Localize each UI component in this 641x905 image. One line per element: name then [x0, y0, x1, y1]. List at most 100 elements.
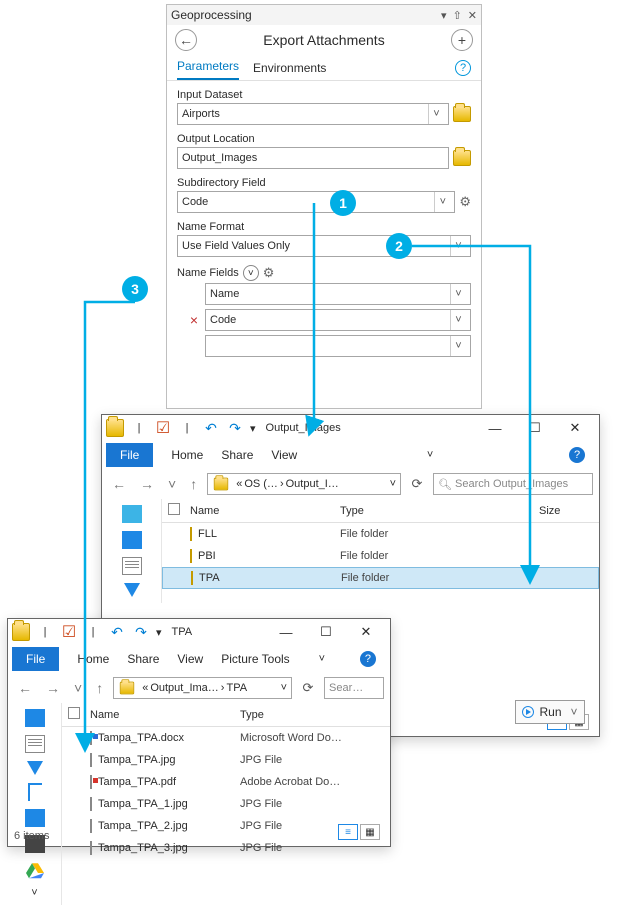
nav-up-icon[interactable]: ↑ [92, 680, 107, 696]
nav-music-icon[interactable] [28, 783, 42, 801]
column-type[interactable]: Type [240, 709, 390, 721]
ribbon-expand-icon[interactable]: ˅ [427, 449, 433, 461]
column-name[interactable]: Name [190, 505, 340, 517]
nav-forward-icon[interactable]: → [136, 476, 158, 492]
tab-home[interactable]: Home [77, 652, 109, 666]
properties-icon[interactable]: ☑ [60, 623, 78, 641]
name-field-row-empty[interactable]: ˅ [205, 335, 471, 357]
select-all-checkbox[interactable] [168, 503, 180, 515]
gear-icon[interactable] [263, 265, 275, 281]
qat-dropdown-icon[interactable]: ▾ [156, 626, 162, 639]
chevron-down-icon[interactable]: ˅ [450, 336, 466, 356]
tab-view[interactable]: View [177, 652, 203, 666]
refresh-icon[interactable]: ⟳ [407, 476, 427, 492]
chevron-down-icon[interactable]: ˅ [428, 104, 444, 124]
undo-icon[interactable]: ↶ [202, 419, 220, 437]
search-input[interactable]: 🔍︎ Search Output_Images [433, 473, 593, 495]
undo-icon[interactable]: ↶ [108, 623, 126, 641]
delete-row-icon[interactable]: × [187, 312, 201, 328]
tab-parameters[interactable]: Parameters [177, 59, 239, 80]
nav-3dobj-icon[interactable] [122, 505, 142, 523]
chevron-down-icon[interactable]: ˅ [450, 284, 466, 304]
tab-picture-tools[interactable]: Picture Tools [221, 652, 289, 666]
chevron-down-icon[interactable]: ˅ [390, 478, 396, 490]
nav-forward-icon[interactable]: → [42, 680, 64, 696]
chevron-down-icon[interactable]: ˅ [281, 682, 287, 694]
nav-back-icon[interactable]: ← [108, 476, 130, 492]
dropdown-icon[interactable]: ▾ [441, 9, 447, 22]
chevron-down-icon[interactable]: ˅ [434, 192, 450, 212]
run-button[interactable]: Run˅ [515, 700, 585, 724]
qat-dropdown-icon[interactable]: ▾ [250, 422, 256, 435]
help-icon[interactable]: ? [455, 60, 471, 76]
tab-share[interactable]: Share [221, 448, 253, 462]
address-bar[interactable]: « Output_Ima… › TPA ˅ [113, 677, 292, 699]
close-icon[interactable]: ✕ [468, 9, 477, 22]
close-button[interactable]: ✕ [555, 416, 595, 440]
column-type[interactable]: Type [340, 505, 539, 517]
name-format-input[interactable]: Use Field Values Only˅ [177, 235, 471, 257]
back-button[interactable]: ← [175, 29, 197, 51]
google-drive-icon[interactable] [26, 861, 44, 879]
name-field-row[interactable]: Name˅ [205, 283, 471, 305]
icons-view-icon[interactable]: ▦ [360, 824, 380, 840]
tab-view[interactable]: View [271, 448, 297, 462]
table-row[interactable]: TPAFile folder [162, 567, 599, 589]
table-row[interactable]: FLLFile folder [162, 523, 599, 545]
browse-folder-icon[interactable] [453, 150, 471, 166]
chevron-down-icon[interactable]: ˅ [571, 705, 578, 719]
table-row[interactable]: PBIFile folder [162, 545, 599, 567]
nav-documents-icon[interactable] [122, 557, 142, 575]
pin-icon[interactable]: ⇧ [453, 9, 462, 22]
table-row[interactable]: Tampa_TPA_3.jpgJPG File [62, 837, 390, 859]
maximize-button[interactable]: ☐ [515, 416, 555, 440]
gear-icon[interactable] [459, 194, 471, 210]
tab-share[interactable]: Share [127, 652, 159, 666]
table-row[interactable]: Tampa_TPA.pdfAdobe Acrobat Do… [62, 771, 390, 793]
address-bar[interactable]: « OS (… › Output_I… ˅ [207, 473, 401, 495]
maximize-button[interactable]: ☐ [306, 620, 346, 644]
output-location-input[interactable]: Output_Images [177, 147, 449, 169]
column-size[interactable]: Size [539, 505, 599, 517]
table-row[interactable]: Tampa_TPA.jpgJPG File [62, 749, 390, 771]
ribbon-expand-icon[interactable]: ˅ [319, 653, 325, 665]
nav-back-icon[interactable]: ← [14, 680, 36, 696]
nav-documents-icon[interactable] [25, 735, 45, 753]
redo-icon[interactable]: ↷ [132, 623, 150, 641]
nav-history-icon[interactable]: ˅ [164, 476, 180, 492]
breadcrumb-segment[interactable]: Output_Ima… [150, 682, 218, 694]
nav-desktop-icon[interactable] [122, 531, 142, 549]
properties-icon[interactable]: ☑ [154, 419, 172, 437]
tab-environments[interactable]: Environments [253, 61, 326, 80]
table-row[interactable]: Tampa_TPA_1.jpgJPG File [62, 793, 390, 815]
chevron-down-icon[interactable]: ˅ [31, 887, 37, 899]
browse-folder-icon[interactable] [453, 106, 471, 122]
redo-icon[interactable]: ↷ [226, 419, 244, 437]
breadcrumb-segment[interactable]: OS (… [244, 478, 278, 490]
nav-pane[interactable]: ˅ [8, 703, 62, 905]
search-input[interactable]: Sear… [324, 677, 384, 699]
name-field-row[interactable]: Code˅ [205, 309, 471, 331]
minimize-button[interactable]: — [475, 416, 515, 440]
expand-icon[interactable]: ˅ [243, 265, 259, 281]
details-view-icon[interactable]: ≡ [338, 824, 358, 840]
breadcrumb-segment[interactable]: TPA [226, 682, 247, 694]
add-button[interactable]: + [451, 29, 473, 51]
nav-downloads-icon[interactable] [27, 761, 43, 775]
help-icon[interactable]: ? [569, 447, 585, 463]
chevron-down-icon[interactable]: ˅ [450, 236, 466, 256]
table-row[interactable]: Tampa_TPA.docxMicrosoft Word Do… [62, 727, 390, 749]
minimize-button[interactable]: — [266, 620, 306, 644]
tab-file[interactable]: File [106, 443, 153, 467]
nav-history-icon[interactable]: ˅ [70, 680, 86, 696]
tab-home[interactable]: Home [171, 448, 203, 462]
subdirectory-field-input[interactable]: Code˅ [177, 191, 455, 213]
nav-up-icon[interactable]: ↑ [186, 476, 201, 492]
nav-pictures-icon[interactable] [25, 809, 45, 827]
select-all-checkbox[interactable] [68, 707, 80, 719]
nav-desktop-icon[interactable] [25, 709, 45, 727]
nav-pane[interactable] [102, 499, 162, 603]
tab-file[interactable]: File [12, 647, 59, 671]
input-dataset-input[interactable]: Airports˅ [177, 103, 449, 125]
close-button[interactable]: ✕ [346, 620, 386, 644]
